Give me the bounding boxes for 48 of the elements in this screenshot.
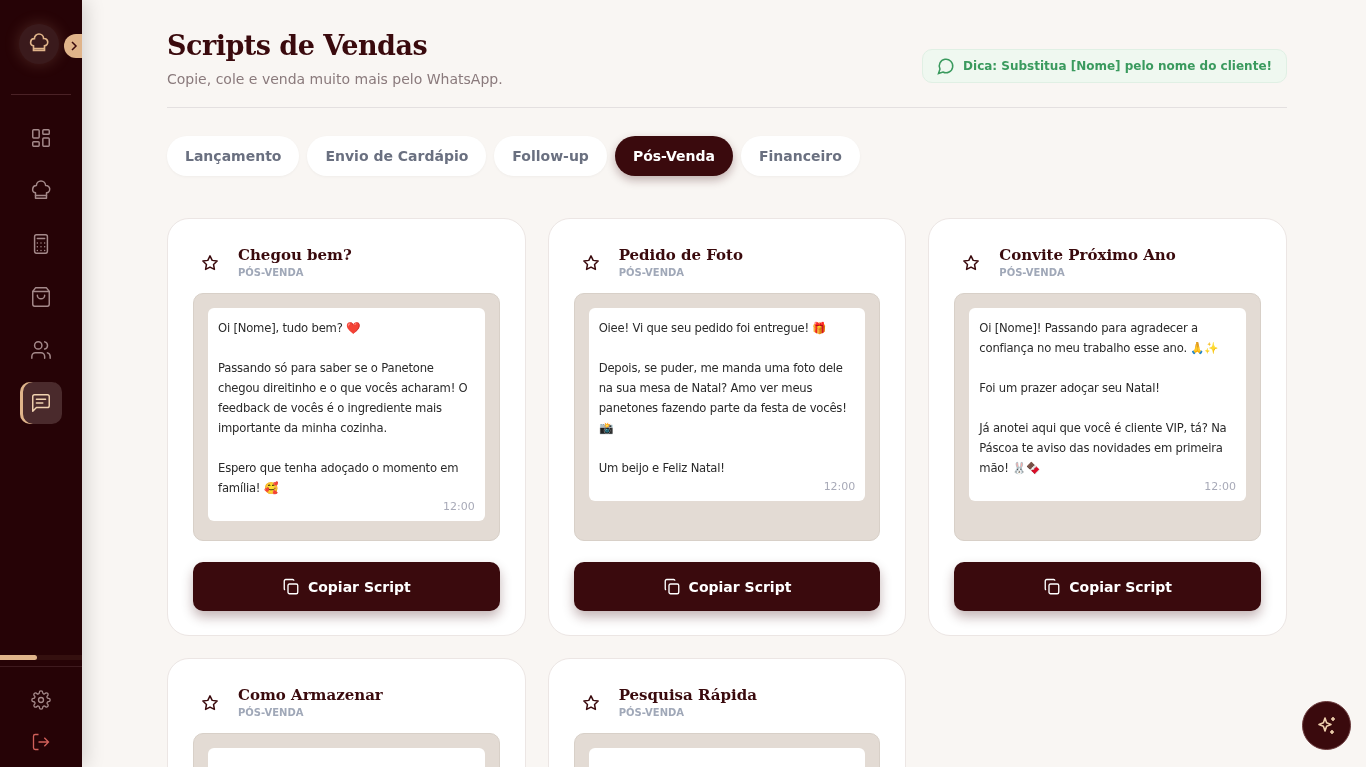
tip-text: Dica: Substitua [Nome] pelo nome do cliente! [963, 59, 1272, 73]
copy-script-button[interactable]: Copiar Script [573, 562, 881, 611]
star-icon[interactable] [581, 694, 600, 712]
script-category: PÓS-VENDA [618, 707, 686, 718]
message-text: Oi [Nome], tudo bem? ❤ Passando só para saber se o Panetone chegou direitinho e o que vocês acharam! O feedback de vocês é o ingrediente mais importante da minha cozinha. Espero que tenha adoçado o momento em família! 🥰 [218, 320, 469, 497]
script-category: PÓS-VENDA [238, 707, 305, 718]
logout-icon [31, 732, 51, 752]
copy-script-button[interactable]: Copiar Script [193, 562, 500, 611]
page-title: Scripts de Vendas [167, 30, 429, 61]
chef-hat-logo[interactable] [19, 24, 59, 64]
script-title: Como Armazenar [238, 686, 383, 704]
message-time: 12:00 [1203, 480, 1236, 493]
message-text: Oi [Nome]! Passando para agradecer a confiança no meu trabalho esse ano. 🙏✨ Foi um prazer adoçar seu Natal! Já anotei aqui que você é cliente VIP, tá? Na Páscoa te aviso das novidades em primeira mão! 🐰🍫 [979, 320, 1228, 477]
chef-hat-icon [30, 180, 52, 202]
ai-sparkle-button[interactable] [1302, 701, 1351, 750]
message-time: 12:00 [441, 500, 475, 513]
copy-icon [662, 577, 681, 596]
page-subtitle: Copie, cole e venda muito mais pelo WhatsApp. [167, 71, 503, 87]
users-icon [30, 339, 52, 361]
script-category: PÓS-VENDA [999, 267, 1066, 278]
copy-icon [281, 577, 300, 596]
category-tab[interactable]: Pós-Venda [614, 136, 733, 176]
shopping-bag-icon [30, 286, 52, 308]
expand-button[interactable] [64, 34, 82, 58]
grid-icon [30, 127, 52, 149]
star-icon[interactable] [201, 254, 219, 272]
chat-icon [30, 392, 52, 414]
message-text: Oiee! Vi que seu pedido foi entregue! 🎁 Depois, se puder, me manda uma foto dele na sua mesa de Natal? Amo ver meus panetones fazendo parte da festa de vocês! 📸 Um beijo e Feliz Natal! [598, 320, 848, 477]
script-title: Convite Próximo Ano [999, 246, 1176, 264]
copy-script-button[interactable]: Copiar Script [954, 562, 1261, 611]
chevron-right-icon [70, 41, 78, 51]
star-icon[interactable] [581, 254, 600, 272]
script-title: Pesquisa Rápida [618, 686, 757, 704]
chat-bubble-icon [937, 57, 956, 75]
category-tab[interactable]: Follow-up [494, 136, 607, 176]
script-title: Pedido de Foto [618, 246, 743, 264]
message-time: 12:00 [822, 480, 856, 493]
star-icon[interactable] [201, 694, 219, 712]
script-category: PÓS-VENDA [238, 267, 305, 278]
script-category: PÓS-VENDA [618, 267, 686, 278]
star-icon[interactable] [962, 254, 981, 272]
nav-item[interactable] [20, 382, 62, 424]
settings-icon [31, 690, 51, 710]
copy-icon [1043, 577, 1062, 596]
category-tab[interactable]: Lançamento [167, 136, 300, 176]
category-tab[interactable]: Envio de Cardápio [307, 136, 487, 176]
script-title: Chegou bem? [238, 246, 352, 264]
category-tab[interactable]: Financeiro [740, 136, 860, 176]
